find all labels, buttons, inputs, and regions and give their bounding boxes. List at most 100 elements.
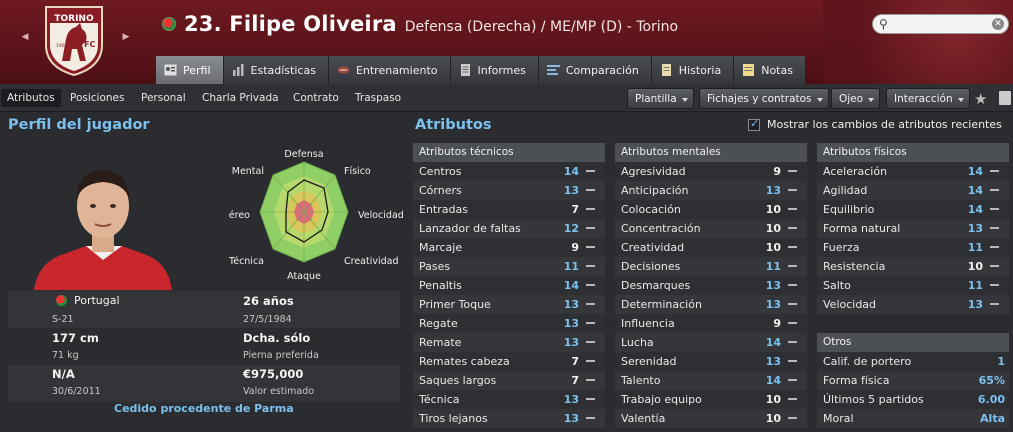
tab-informes[interactable]: Informes bbox=[450, 56, 539, 84]
physical-attributes: Atributos físicos Aceleración 14 Agilidad 1… bbox=[817, 143, 1009, 314]
tab-entrenamiento[interactable]: Entrenamiento bbox=[328, 56, 451, 84]
attribute-row[interactable]: Talento 14 bbox=[615, 371, 807, 390]
attribute-row[interactable]: Trabajo equipo 10 bbox=[615, 390, 807, 409]
tab-estadisticas[interactable]: Estadísticas bbox=[223, 56, 329, 84]
attribute-row[interactable]: Anticipación 13 bbox=[615, 181, 807, 200]
search-box[interactable]: ⚲ ✕ bbox=[872, 14, 1009, 34]
attribute-row[interactable]: Colocación 10 bbox=[615, 200, 807, 219]
attribute-row[interactable]: Aceleración 14 bbox=[817, 162, 1009, 181]
attribute-row[interactable]: Influencia 9 bbox=[615, 314, 807, 333]
notepad-icon[interactable] bbox=[999, 91, 1011, 105]
tab-historia[interactable]: Historia bbox=[651, 56, 735, 84]
club-crest-icon[interactable]: TORINO FC 1906 bbox=[42, 5, 106, 77]
attribute-row[interactable]: Regate 13 bbox=[413, 314, 605, 333]
attribute-row[interactable]: Calif. de portero 1 bbox=[817, 352, 1009, 371]
attribute-row[interactable]: Valentía 10 bbox=[615, 409, 807, 428]
no-change-icon bbox=[788, 265, 797, 267]
estimated-value: €975,000 bbox=[243, 367, 304, 381]
attribute-row[interactable]: Forma física 65% bbox=[817, 371, 1009, 390]
tab-perfil[interactable]: Perfil bbox=[156, 56, 224, 84]
attribute-name: Remate bbox=[419, 336, 462, 349]
attribute-row[interactable]: Entradas 7 bbox=[413, 200, 605, 219]
attribute-value: 11 bbox=[967, 241, 983, 254]
attribute-row[interactable]: Córners 13 bbox=[413, 181, 605, 200]
attribute-row[interactable]: Saques largos 7 bbox=[413, 371, 605, 390]
attribute-row[interactable]: Tiros lejanos 13 bbox=[413, 409, 605, 428]
attribute-row[interactable]: Centros 14 bbox=[413, 162, 605, 181]
show-changes-checkbox[interactable] bbox=[748, 117, 760, 131]
clear-search-icon[interactable]: ✕ bbox=[992, 18, 1004, 30]
attribute-row[interactable]: Primer Toque 13 bbox=[413, 295, 605, 314]
portugal-flag-icon bbox=[56, 295, 67, 306]
nationality[interactable]: Portugal bbox=[74, 294, 120, 307]
no-change-icon bbox=[788, 303, 797, 305]
star-icon[interactable]: ★ bbox=[974, 90, 987, 108]
attribute-row[interactable]: Forma natural 13 bbox=[817, 219, 1009, 238]
subtab-traspaso[interactable]: Traspaso bbox=[349, 89, 407, 107]
stats-icon bbox=[232, 64, 244, 76]
subtab-posiciones[interactable]: Posiciones bbox=[64, 89, 130, 107]
attribute-row[interactable]: Marcaje 9 bbox=[413, 238, 605, 257]
show-changes-toggle[interactable]: Mostrar los cambios de atributos recient… bbox=[748, 117, 1002, 131]
attribute-row[interactable]: Penaltis 14 bbox=[413, 276, 605, 295]
attribute-row[interactable]: Técnica 13 bbox=[413, 390, 605, 409]
no-change-icon bbox=[586, 379, 595, 381]
attribute-value: 13 bbox=[563, 317, 579, 330]
no-change-icon bbox=[586, 360, 595, 362]
attribute-row[interactable]: Equilibrio 14 bbox=[817, 200, 1009, 219]
other-value: 6.00 bbox=[977, 393, 1005, 406]
attribute-row[interactable]: Salto 11 bbox=[817, 276, 1009, 295]
subtab-personal[interactable]: Personal bbox=[135, 89, 192, 107]
compare-icon bbox=[546, 65, 560, 75]
attribute-value: 14 bbox=[967, 203, 983, 216]
attribute-row[interactable]: Pases 11 bbox=[413, 257, 605, 276]
subtab-charla-privada[interactable]: Charla Privada bbox=[196, 89, 285, 107]
portugal-flag-icon bbox=[162, 17, 176, 31]
attribute-row[interactable]: Moral Alta bbox=[817, 409, 1009, 428]
attribute-row[interactable]: Decisiones 11 bbox=[615, 257, 807, 276]
tab-notas[interactable]: Notas bbox=[734, 56, 806, 84]
attribute-row[interactable]: Determinación 13 bbox=[615, 295, 807, 314]
attribute-row[interactable]: Desmarques 13 bbox=[615, 276, 807, 295]
attribute-name: Regate bbox=[419, 317, 458, 330]
back-arrow-icon[interactable]: ◀ bbox=[20, 31, 30, 43]
attribute-row[interactable]: Serenidad 13 bbox=[615, 352, 807, 371]
attribute-value: 11 bbox=[765, 260, 781, 273]
attribute-row[interactable]: Concentración 10 bbox=[615, 219, 807, 238]
attribute-row[interactable]: Remate 13 bbox=[413, 333, 605, 352]
mental-attributes-header: Atributos mentales bbox=[615, 143, 807, 162]
height: 177 cm bbox=[52, 331, 99, 345]
attribute-row[interactable]: Lanzador de faltas 12 bbox=[413, 219, 605, 238]
fichajes-contratos-dropdown[interactable]: Fichajes y contratos bbox=[699, 88, 829, 109]
attribute-row[interactable]: Creatividad 10 bbox=[615, 238, 807, 257]
attribute-row[interactable]: Velocidad 13 bbox=[817, 295, 1009, 314]
attribute-row[interactable]: Últimos 5 partidos 6.00 bbox=[817, 390, 1009, 409]
attribute-name: Serenidad bbox=[621, 355, 677, 368]
subtab-atributos[interactable]: Atributos bbox=[1, 89, 61, 107]
svg-text:FC: FC bbox=[84, 40, 95, 49]
attribute-value: 14 bbox=[967, 165, 983, 178]
attribute-value: 11 bbox=[563, 260, 579, 273]
no-change-icon bbox=[788, 246, 797, 248]
attribute-name: Fuerza bbox=[823, 241, 860, 254]
ojeo-dropdown[interactable]: Ojeo bbox=[831, 88, 881, 109]
attribute-row[interactable]: Lucha 14 bbox=[615, 333, 807, 352]
subtab-contrato[interactable]: Contrato bbox=[287, 89, 345, 107]
attribute-name: Tiros lejanos bbox=[419, 412, 488, 425]
loan-info[interactable]: Cedido procedente de Parma bbox=[114, 402, 294, 415]
attribute-value: 13 bbox=[765, 355, 781, 368]
no-change-icon bbox=[586, 265, 595, 267]
attribute-row[interactable]: Fuerza 11 bbox=[817, 238, 1009, 257]
attribute-row[interactable]: Agresividad 9 bbox=[615, 162, 807, 181]
attribute-row[interactable]: Agilidad 14 bbox=[817, 181, 1009, 200]
plantilla-dropdown[interactable]: Plantilla bbox=[627, 88, 694, 109]
attribute-name: Determinación bbox=[621, 298, 702, 311]
search-input[interactable] bbox=[895, 17, 990, 31]
interaccion-dropdown[interactable]: Interacción bbox=[886, 88, 970, 109]
no-change-icon bbox=[788, 341, 797, 343]
attribute-row[interactable]: Remates cabeza 7 bbox=[413, 352, 605, 371]
tab-comparacion[interactable]: Comparación bbox=[538, 56, 652, 84]
attribute-row[interactable]: Resistencia 10 bbox=[817, 257, 1009, 276]
forward-arrow-icon[interactable]: ▶ bbox=[121, 31, 131, 43]
svg-text:1906: 1906 bbox=[56, 43, 68, 49]
